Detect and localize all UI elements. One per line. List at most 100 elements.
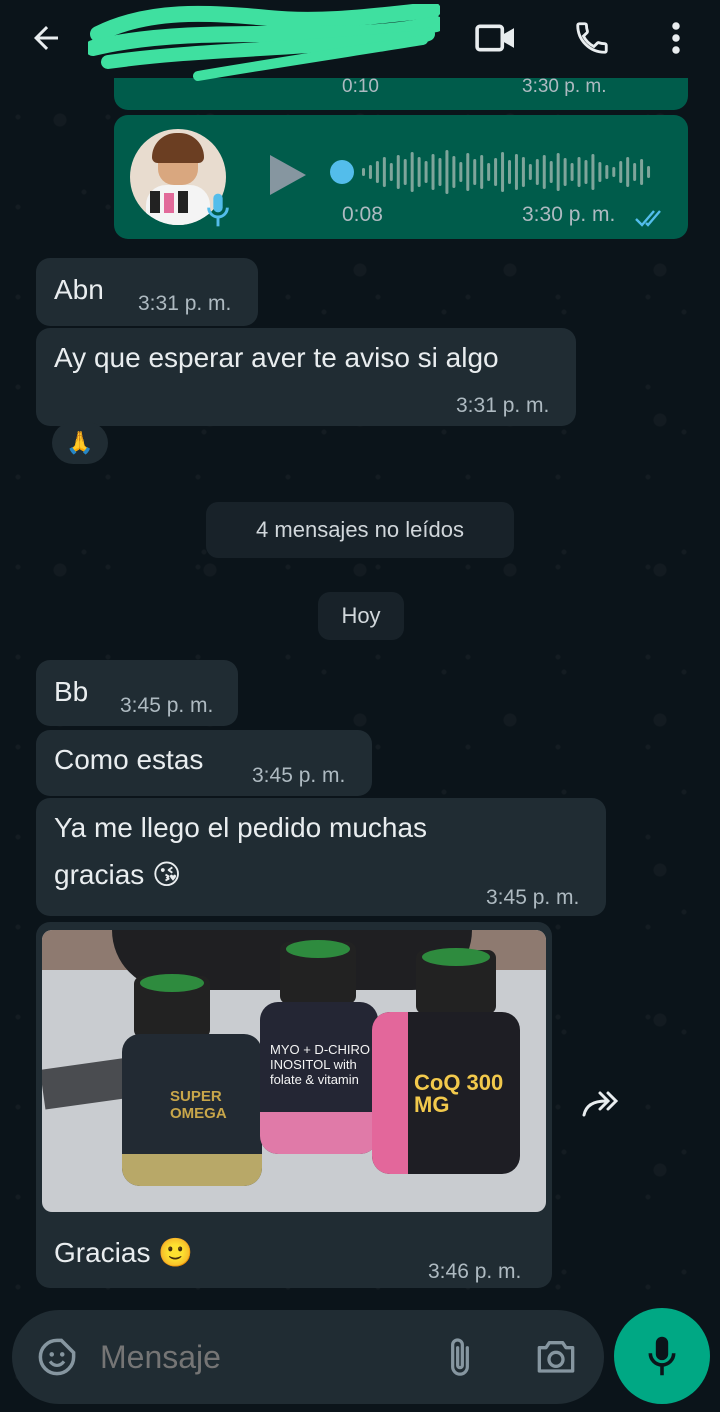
message-time: 3:45 p. m. [120,694,214,717]
waveform-bar [410,152,414,192]
incoming-image-message[interactable]: SUPER OMEGA MYO + D-CHIRO INOSITOL with … [36,922,552,1288]
bottle-omega: SUPER OMEGA [122,1034,262,1186]
back-button[interactable] [22,14,70,62]
camera-icon[interactable] [534,1336,578,1376]
waveform-bar [389,163,393,181]
waveform-bar [452,156,456,188]
message-text: Ay que esperar aver te aviso si algo [54,342,499,373]
waveform-bar [570,163,574,181]
message-reaction[interactable]: 🙏 [52,422,108,464]
playback-progress-dot[interactable] [330,160,354,184]
voice-message[interactable]: 0:08 3:30 p. m. [114,115,688,239]
waveform-bar [563,158,567,186]
incoming-message[interactable]: Como estas 3:45 p. m. [36,730,372,796]
waveform-bar [445,150,449,194]
waveform-bar [626,157,630,187]
waveform-bar [591,154,595,190]
bottle-cap [134,974,210,1038]
message-text: Como estas [54,744,204,775]
waveform-bar [508,160,511,184]
voice-record-button[interactable] [614,1308,710,1404]
message-text: Abn [54,274,104,305]
waveform-bar [577,157,581,187]
waveform-bar [619,161,623,183]
video-call-icon [475,24,514,52]
waveform-bar [417,157,421,187]
message-time: 3:31 p. m. [138,292,232,315]
mic-icon [207,193,229,227]
waveform-bar [438,158,442,186]
message-time: 3:30 p. m. [522,203,616,226]
bottle-label: MYO + D-CHIRO INOSITOL with folate & vit… [270,1042,371,1087]
bottle-label: CoQ 300 MG [414,1070,504,1117]
waveform-bar [375,161,379,183]
date-divider: Hoy [318,592,404,640]
waveform-bar [487,163,491,181]
more-options-button[interactable] [652,14,700,62]
redacted-contact-name [88,4,440,81]
message-time: 3:45 p. m. [486,886,580,909]
waveform-bar [382,157,386,187]
message-time: 3:46 p. m. [428,1260,522,1283]
message-input[interactable] [100,1330,430,1384]
waveform-bar [542,155,546,189]
waveform-bar [598,162,602,182]
waveform-bar [584,160,588,184]
waveform-bar [647,166,651,178]
bottle-inositol: MYO + D-CHIRO INOSITOL with folate & vit… [260,1002,378,1154]
forward-button[interactable] [576,1080,624,1128]
sticker-icon[interactable] [36,1336,78,1378]
chat-header [0,0,720,81]
bottle-coq10: CoQ 300 MG [372,1012,520,1174]
message-time: 3:30 p. m. [522,76,607,97]
waveform-bar [549,161,553,183]
waveform-bar [521,157,525,187]
message-text-line2: gracias 😘 [54,859,182,890]
message-text: Bb [54,676,89,707]
waveform-bar [612,167,616,177]
waveform-bar [514,154,518,190]
waveform-bar [466,153,470,191]
incoming-message[interactable]: Ay que esperar aver te aviso si algo 3:3… [36,328,576,426]
waveform-bar [528,164,532,180]
more-vert-icon [672,22,680,54]
bottle-cap [280,940,356,1004]
forward-icon [582,1091,619,1117]
waveform-bar [424,161,428,183]
waveform-bar [396,155,400,189]
play-icon[interactable] [266,151,310,199]
waveform-bar [459,162,463,182]
waveform-bar [535,159,539,185]
waveform-bar [640,159,644,185]
bottle-cap [416,948,496,1014]
phone-icon [576,22,608,54]
waveform-bar [362,168,365,176]
incoming-message[interactable]: Abn 3:31 p. m. [36,258,258,326]
product-photo[interactable]: SUPER OMEGA MYO + D-CHIRO INOSITOL with … [42,930,546,1212]
incoming-message[interactable]: Ya me llego el pedido muchas gracias 😘 3… [36,798,606,916]
waveform-bar [403,159,407,185]
paperclip-icon[interactable] [442,1336,478,1380]
waveform-bar [556,153,560,191]
arrow-left-icon [34,26,58,50]
message-composer [12,1310,604,1404]
waveform-bar [473,159,477,185]
waveform-bar [431,154,435,190]
waveform-bar [633,163,637,181]
message-text-line1: Ya me llego el pedido muchas [54,812,428,843]
mic-icon [648,1336,676,1376]
read-ticks-icon [635,210,661,227]
unread-messages-divider: 4 mensajes no leídos [206,502,514,558]
message-time: 3:31 p. m. [456,394,550,417]
image-caption: Gracias 🙂 [54,1237,194,1268]
call-button[interactable] [568,14,616,62]
bottle-label: SUPER OMEGA [170,1088,227,1122]
voice-duration: 0:08 [342,203,383,226]
waveform-bar [368,165,372,179]
waveform[interactable] [328,147,660,197]
incoming-message[interactable]: Bb 3:45 p. m. [36,660,238,726]
waveform-bar [480,155,484,189]
video-call-button[interactable] [472,14,520,62]
waveform-bar [605,165,609,179]
message-time: 3:45 p. m. [252,764,346,787]
